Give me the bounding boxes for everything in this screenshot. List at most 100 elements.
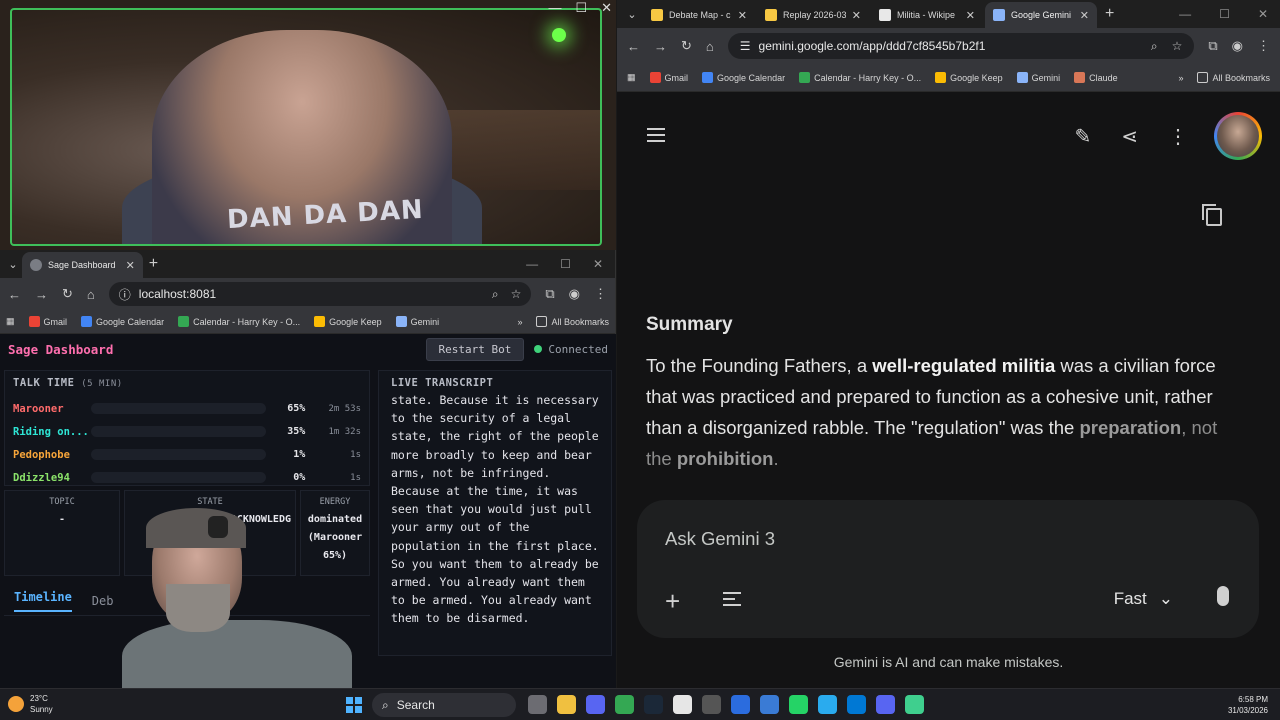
bookmark-calendar-harry[interactable]: Calendar - Harry Key - O...	[799, 72, 921, 83]
model-mode-selector[interactable]: Fast ⌄	[1114, 589, 1173, 609]
bookmark-gmail[interactable]: Gmail	[28, 316, 67, 327]
all-bookmarks[interactable]: All Bookmarks	[1197, 72, 1270, 83]
taskbar-app-icon[interactable]	[905, 695, 924, 714]
speaker-percent: 1%	[293, 449, 306, 460]
back-icon[interactable]: ←	[8, 287, 21, 302]
taskbar-app-icon[interactable]	[673, 695, 692, 714]
tab-search-icon[interactable]: ⌄	[623, 5, 641, 23]
new-tab-button[interactable]: +	[1105, 5, 1114, 23]
profile-icon[interactable]: ◉	[1232, 38, 1243, 54]
close-tab-icon[interactable]: ✕	[966, 9, 975, 22]
apps-grid-icon[interactable]: ▦	[627, 72, 636, 83]
tab-title: Sage Dashboard	[48, 260, 116, 270]
tab-timeline[interactable]: Timeline	[14, 590, 72, 612]
bookmark-gemini[interactable]: Gemini	[395, 316, 439, 327]
bookmark-star-icon[interactable]: ☆	[511, 287, 522, 302]
bookmark-google-keep[interactable]: Google Keep	[314, 316, 382, 327]
profile-icon[interactable]: ◉	[569, 286, 580, 302]
bookmark-calendar-harry[interactable]: Calendar - Harry Key - O...	[178, 316, 300, 327]
system-clock[interactable]: 6:58 PM 31/03/2026	[1228, 694, 1268, 716]
hamburger-menu-icon[interactable]	[647, 128, 665, 142]
taskbar-search[interactable]: ⌕ Search	[372, 693, 516, 717]
share-icon[interactable]: ⋖	[1121, 124, 1138, 149]
maximize-button[interactable]: ☐	[560, 257, 571, 271]
site-info-icon[interactable]: ☰	[740, 39, 751, 53]
windows-start-icon[interactable]	[346, 697, 362, 713]
maximize-button[interactable]: ☐	[1219, 7, 1230, 21]
prompt-box[interactable]: Ask Gemini 3 + Fast ⌄	[637, 500, 1259, 638]
bookmark-gmail[interactable]: Gmail	[649, 72, 688, 83]
address-bar[interactable]: ⓘ localhost:8081 ⌕ ☆	[108, 282, 532, 306]
weather-widget[interactable]: 23°C Sunny	[8, 693, 53, 715]
bookmark-google-keep[interactable]: Google Keep	[935, 72, 1003, 83]
tab-replay[interactable]: Replay 2026-03 ✕	[757, 2, 869, 28]
more-bookmarks-icon[interactable]: »	[517, 317, 522, 327]
taskbar-app-icon[interactable]	[586, 695, 605, 714]
close-button[interactable]: ✕	[1258, 7, 1268, 21]
tab-search-icon[interactable]: ⌄	[4, 255, 22, 273]
all-bookmarks[interactable]: All Bookmarks	[536, 316, 609, 327]
presenter-webcam-overlay	[122, 502, 352, 688]
taskbar-app-icon[interactable]	[876, 695, 895, 714]
tab-debug[interactable]: Deb	[92, 594, 114, 608]
bookmark-gemini[interactable]: Gemini	[1016, 72, 1060, 83]
transcript-text: state. Because it is necessary to the se…	[391, 393, 599, 626]
back-icon[interactable]: ←	[627, 39, 640, 54]
more-options-icon[interactable]: ⋮	[1168, 124, 1188, 149]
minimize-button[interactable]: —	[526, 257, 538, 271]
extensions-icon[interactable]: ⧉	[545, 286, 554, 302]
bookmark-google-calendar[interactable]: Google Calendar	[81, 316, 164, 327]
close-tab-icon[interactable]: ✕	[1080, 9, 1089, 22]
microphone-icon[interactable]	[1217, 586, 1229, 606]
close-tab-icon[interactable]: ✕	[738, 9, 747, 22]
bookmark-google-calendar[interactable]: Google Calendar	[702, 72, 785, 83]
avatar[interactable]	[1214, 112, 1262, 160]
bookmark-star-icon[interactable]: ☆	[1172, 39, 1183, 54]
tab-militia-wikipedia[interactable]: Militia - Wikipe ✕	[871, 2, 983, 28]
zoom-icon[interactable]: ⌕	[492, 287, 499, 302]
restart-bot-button[interactable]: Restart Bot	[425, 337, 525, 361]
taskbar-app-icon[interactable]	[557, 695, 576, 714]
taskbar-app-icon[interactable]	[789, 695, 808, 714]
taskbar-app-icon[interactable]	[702, 695, 721, 714]
new-tab-button[interactable]: +	[149, 255, 158, 273]
taskbar-app-icon[interactable]	[731, 695, 750, 714]
taskbar-app-icon[interactable]	[528, 695, 547, 714]
extensions-icon[interactable]: ⧉	[1208, 38, 1217, 54]
menu-kebab-icon[interactable]: ⋮	[594, 286, 607, 302]
home-icon[interactable]: ⌂	[87, 287, 95, 302]
add-attachment-icon[interactable]: +	[665, 586, 680, 617]
tab-debate-map[interactable]: Debate Map - c ✕	[643, 2, 755, 28]
home-icon[interactable]: ⌂	[706, 39, 714, 54]
zoom-icon[interactable]: ⌕	[1151, 39, 1158, 54]
taskbar-app-icon[interactable]	[644, 695, 663, 714]
tab-sage-dashboard[interactable]: Sage Dashboard ✕	[22, 252, 143, 278]
apps-grid-icon[interactable]: ▦	[6, 316, 15, 327]
site-info-icon[interactable]: ⓘ	[119, 286, 131, 303]
debate-map-icon	[651, 9, 663, 21]
tools-icon[interactable]	[723, 590, 741, 606]
minimize-button[interactable]: —	[548, 0, 561, 16]
minimize-button[interactable]: —	[1179, 7, 1191, 21]
taskbar-app-icon[interactable]	[847, 695, 866, 714]
new-chat-icon[interactable]: ✎	[1074, 124, 1091, 149]
forward-icon[interactable]: →	[654, 39, 667, 54]
close-button[interactable]: ✕	[593, 257, 603, 271]
close-tab-icon[interactable]: ✕	[852, 9, 861, 22]
more-bookmarks-icon[interactable]: »	[1178, 73, 1183, 83]
taskbar-app-icon[interactable]	[760, 695, 779, 714]
copy-icon[interactable]	[1202, 204, 1222, 226]
forward-icon[interactable]: →	[35, 287, 48, 302]
menu-kebab-icon[interactable]: ⋮	[1257, 38, 1270, 54]
bookmark-claude[interactable]: Claude	[1074, 72, 1118, 83]
close-tab-icon[interactable]: ✕	[126, 259, 135, 272]
close-button[interactable]: ✕	[601, 0, 612, 16]
prompt-input[interactable]: Ask Gemini 3	[665, 528, 775, 550]
reload-icon[interactable]: ↻	[62, 286, 73, 302]
maximize-button[interactable]: ☐	[575, 0, 587, 16]
taskbar-app-icon[interactable]	[818, 695, 837, 714]
address-bar[interactable]: ☰ gemini.google.com/app/ddd7cf8545b7b2f1…	[727, 33, 1195, 59]
reload-icon[interactable]: ↻	[681, 38, 692, 54]
tab-google-gemini[interactable]: Google Gemini ✕	[985, 2, 1097, 28]
taskbar-app-icon[interactable]	[615, 695, 634, 714]
